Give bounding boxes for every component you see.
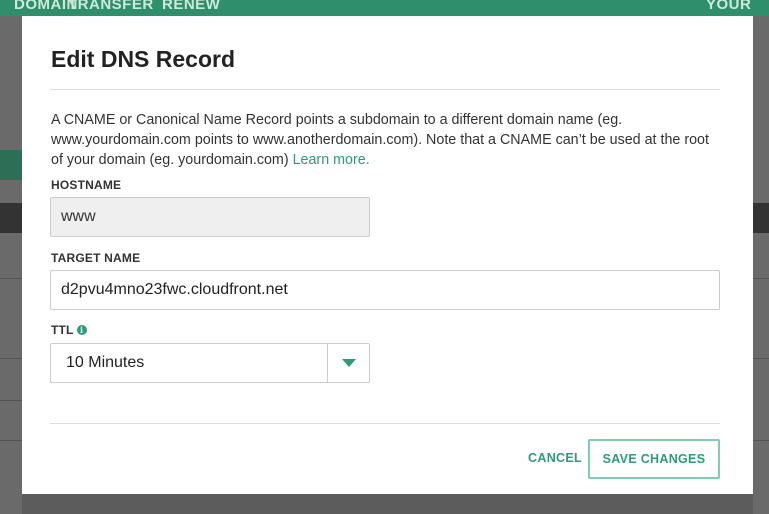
info-icon[interactable]: i (76, 325, 87, 335)
top-nav: DOMAIN TRANSFER RENEW YOUR AC (0, 0, 769, 30)
cancel-button[interactable]: CANCEL (520, 442, 590, 474)
learn-more-link[interactable]: Learn more. (293, 152, 370, 168)
modal-title: Edit DNS Record (51, 46, 236, 72)
nav-renew: RENEW (162, 0, 221, 13)
nav-transfer: TRANSFER (68, 0, 154, 13)
footer-divider (50, 423, 720, 424)
edit-dns-record-modal: Edit DNS Record A CNAME or Canonical Nam… (22, 16, 753, 494)
hostname-field[interactable]: www (50, 197, 370, 237)
cname-description: A CNAME or Canonical Name Record points … (51, 110, 723, 170)
hostname-label: HOSTNAME (51, 178, 122, 192)
chevron-down-icon[interactable] (342, 359, 356, 367)
header-divider (50, 89, 720, 90)
ttl-select[interactable]: 10 Minutes (50, 343, 370, 383)
target-name-label: TARGET NAME (51, 251, 141, 265)
ttl-label: TTL i (51, 323, 87, 337)
ttl-label-text: TTL (51, 323, 74, 337)
save-changes-button[interactable]: SAVE CHANGES (588, 439, 720, 479)
select-separator (327, 344, 328, 382)
ttl-selected-value: 10 Minutes (66, 354, 145, 371)
description-text: A CNAME or Canonical Name Record points … (51, 112, 709, 168)
target-name-field[interactable]: d2pvu4mno23fwc.cloudfront.net (50, 270, 720, 310)
